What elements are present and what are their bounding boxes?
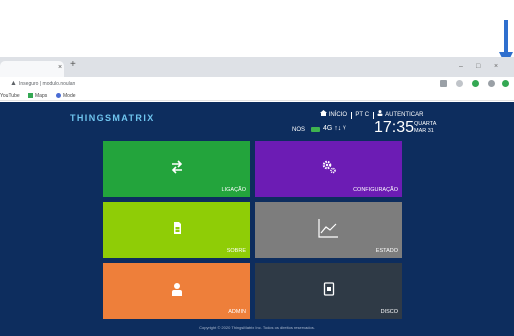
browser-tab-strip: × + – □ ×: [0, 57, 514, 77]
tile-label: CONFIGURAÇÃO: [353, 187, 398, 193]
nav-divider: [372, 111, 374, 119]
app-container: THINGSMATRIX INÍCIO PT C AUTENTICAR NOS …: [0, 102, 514, 336]
user-icon: [172, 283, 182, 296]
battery-icon: [311, 127, 320, 132]
translate-icon[interactable]: [440, 80, 447, 87]
network-name: NOS: [292, 127, 306, 133]
bookmark-mode[interactable]: Mode: [56, 92, 76, 100]
warning-icon: ▲: [10, 80, 17, 87]
maximize-icon[interactable]: □: [476, 63, 480, 71]
mode-icon: [56, 93, 61, 99]
tile-label: ADMIN: [228, 309, 246, 315]
maps-icon: [28, 93, 33, 99]
tile-estado[interactable]: ESTADO: [255, 202, 402, 258]
footer-copyright: Copyright © 2020 ThingsMatrix Inc. Todos…: [199, 325, 315, 330]
tile-configuracao[interactable]: CONFIGURAÇÃO: [255, 141, 402, 197]
refresh-icon[interactable]: C: [365, 110, 369, 120]
tile-disco[interactable]: DISCO: [255, 263, 402, 319]
star-icon[interactable]: [456, 80, 463, 87]
signal-icon: 4G ↑↓ ᵞ: [323, 125, 346, 132]
tile-sobre[interactable]: SOBRE: [103, 202, 250, 258]
gears-icon: [322, 160, 336, 174]
new-tab-button[interactable]: +: [70, 60, 76, 70]
clock-date: MAR 31: [414, 128, 434, 134]
extension-icon[interactable]: [472, 80, 479, 87]
tile-label: DISCO: [380, 309, 398, 315]
home-icon[interactable]: [320, 110, 327, 120]
tile-admin[interactable]: ADMIN: [103, 263, 250, 319]
tab-close-icon[interactable]: ×: [58, 64, 62, 72]
tile-label: LIGAÇÃO: [221, 187, 246, 193]
clock-time: 17:35: [374, 119, 415, 136]
line-chart-icon: [318, 219, 338, 238]
thingsmatrix-logo[interactable]: THINGSMATRIX: [70, 112, 155, 124]
profile-icon[interactable]: [488, 80, 495, 87]
sim-card-icon: [174, 222, 181, 234]
address-bar[interactable]: Inseguro | modulo.noulan: [19, 80, 75, 88]
browser-tab[interactable]: ×: [0, 61, 64, 77]
language-selector[interactable]: PT: [355, 110, 363, 120]
clock-day: QUARTA: [414, 121, 437, 127]
bookmark-maps[interactable]: Maps: [28, 92, 47, 100]
tile-ligacao[interactable]: LIGAÇÃO: [103, 141, 250, 197]
tile-label: ESTADO: [375, 248, 398, 254]
vpn-extension-icon[interactable]: [502, 80, 509, 87]
nav-divider: [350, 111, 352, 119]
sd-card-icon: [323, 282, 335, 296]
transfer-arrows-icon: [171, 160, 183, 174]
tile-label: SOBRE: [226, 248, 246, 254]
bookmark-youtube[interactable]: YouTube: [0, 92, 20, 100]
browser-toolbar: ▲ Inseguro | modulo.noulan: [0, 77, 514, 91]
minimize-icon[interactable]: –: [459, 63, 463, 71]
nav-inicio[interactable]: INÍCIO: [329, 110, 347, 120]
bookmarks-bar: YouTube Maps Mode: [0, 91, 514, 101]
window-close-icon[interactable]: ×: [494, 63, 498, 71]
